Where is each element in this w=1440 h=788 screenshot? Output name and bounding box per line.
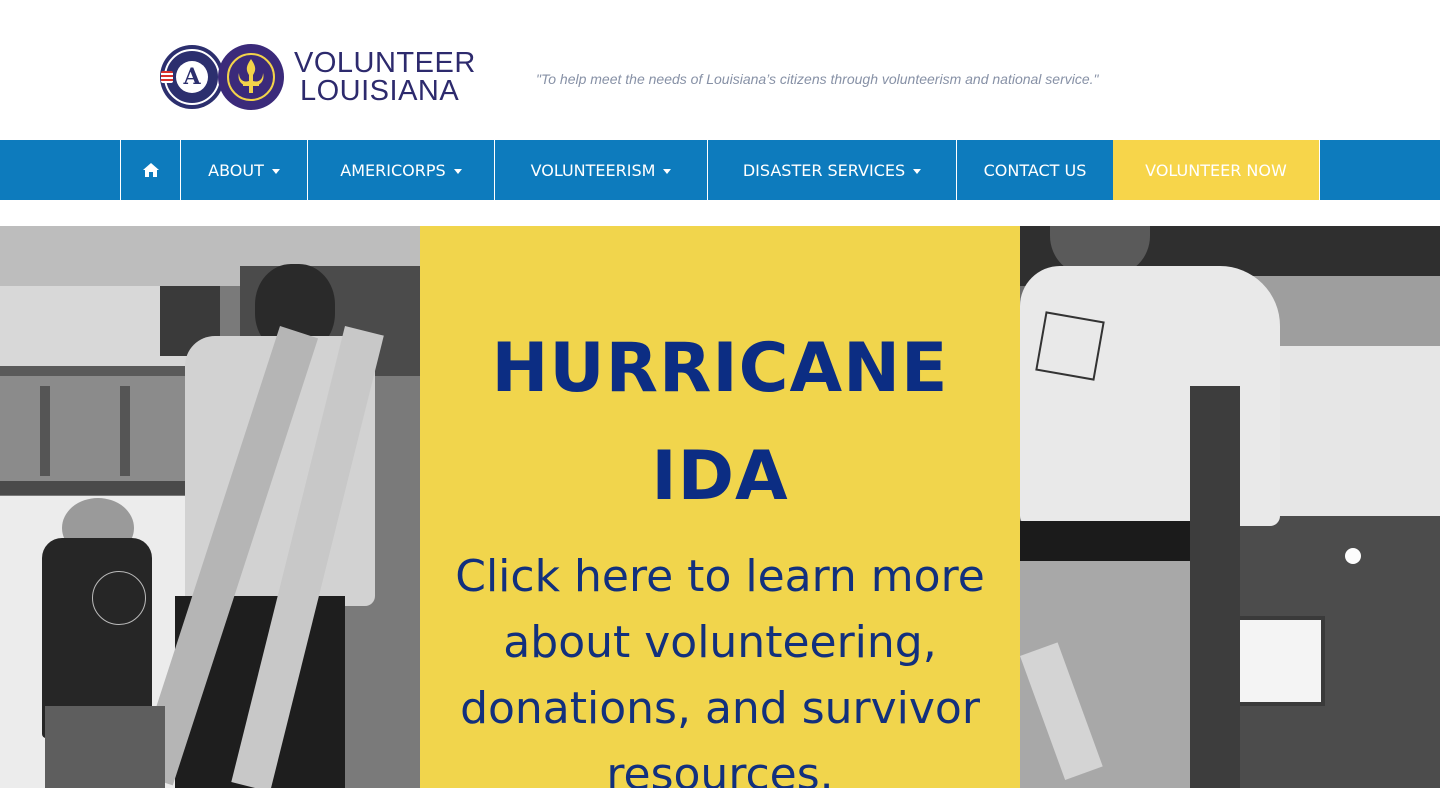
nav-volunteerism[interactable]: VOLUNTEERISM bbox=[494, 140, 707, 200]
hero-title-line-2: IDA bbox=[651, 437, 789, 516]
logo-line-1: VOLUNTEER bbox=[294, 47, 476, 79]
nav-volunteerism-label: VOLUNTEERISM bbox=[530, 160, 656, 180]
nav-contact-us[interactable]: CONTACT US bbox=[956, 140, 1113, 200]
chevron-down-icon bbox=[913, 168, 922, 174]
site-header: A VOLUNTEER LOUISIANA "To help meet the … bbox=[0, 0, 1440, 140]
hero-body-line-4: resources. bbox=[606, 749, 834, 788]
logo-line-2: LOUISIANA bbox=[300, 75, 460, 107]
americorps-seal-letter: A bbox=[176, 61, 208, 93]
fleur-de-lis-icon bbox=[218, 44, 284, 110]
hero-body-text: Click here to learn more about volunteer… bbox=[440, 544, 1000, 788]
chevron-down-icon bbox=[663, 168, 672, 174]
logo-wordmark: VOLUNTEER LOUISIANA bbox=[294, 47, 476, 107]
hurricane-ida-panel: HURRICANE IDA Click here to learn more a… bbox=[420, 226, 1020, 788]
home-icon bbox=[142, 163, 159, 177]
hero-body-line-3: donations, and survivor bbox=[460, 683, 980, 734]
nav-about[interactable]: ABOUT bbox=[180, 140, 307, 200]
volunteer-now-button[interactable]: VOLUNTEER NOW bbox=[1113, 140, 1320, 200]
hero-body-line-2: about volunteering, bbox=[503, 617, 937, 668]
volunteer-now-label: VOLUNTEER NOW bbox=[1145, 160, 1287, 180]
volunteers-photo-right bbox=[1020, 226, 1440, 788]
hero-title-line-1: HURRICANE bbox=[491, 329, 949, 408]
nav-disaster-services[interactable]: DISASTER SERVICES bbox=[707, 140, 956, 200]
site-tagline: "To help meet the needs of Louisiana’s c… bbox=[536, 71, 1099, 87]
nav-home[interactable] bbox=[120, 140, 180, 200]
hero-body-line-1: Click here to learn more bbox=[455, 551, 985, 602]
main-nav: ABOUT AMERICORPS VOLUNTEERISM DISASTER S… bbox=[0, 140, 1440, 200]
nav-americorps[interactable]: AMERICORPS bbox=[307, 140, 494, 200]
nav-disaster-services-label: DISASTER SERVICES bbox=[742, 160, 906, 180]
site-logo[interactable]: A VOLUNTEER LOUISIANA bbox=[160, 42, 476, 112]
nav-contact-us-label: CONTACT US bbox=[983, 160, 1087, 180]
volunteers-photo-left bbox=[0, 226, 420, 788]
chevron-down-icon bbox=[271, 168, 280, 174]
chevron-down-icon bbox=[453, 168, 462, 174]
nav-americorps-label: AMERICORPS bbox=[340, 160, 446, 180]
americorps-seal-icon: A bbox=[160, 45, 224, 109]
hurricane-ida-banner[interactable]: HURRICANE IDA Click here to learn more a… bbox=[0, 226, 1440, 788]
nav-about-label: ABOUT bbox=[208, 160, 264, 180]
